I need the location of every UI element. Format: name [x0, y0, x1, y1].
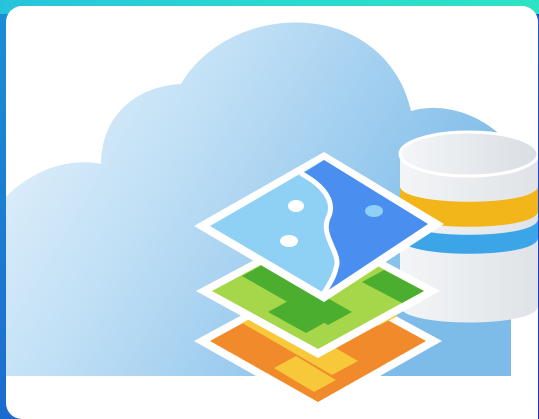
- cloud-map-layers-icon: [6, 22, 538, 411]
- illustration-card: [6, 6, 538, 419]
